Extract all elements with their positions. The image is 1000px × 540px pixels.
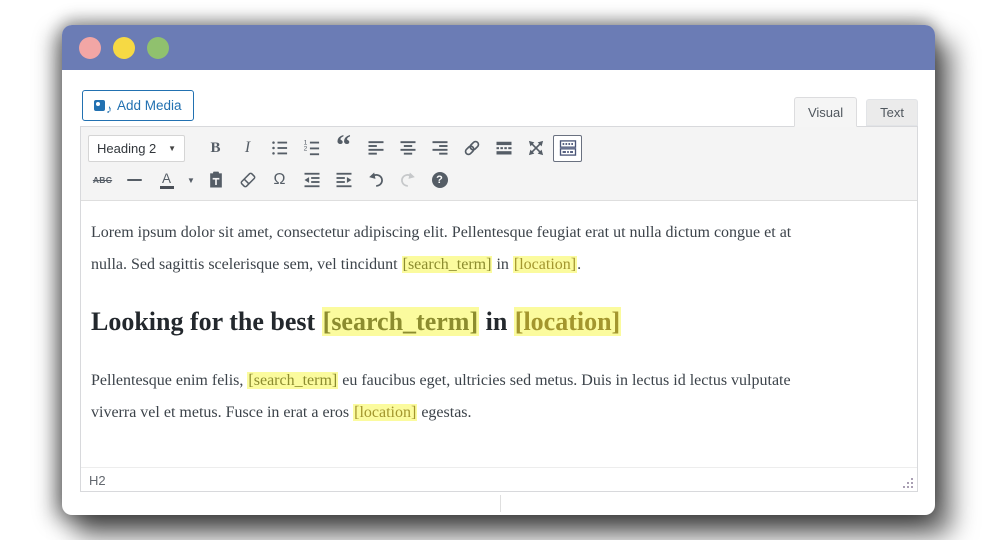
link-icon: [464, 140, 479, 156]
toolbar-row-2: ABC A ▼ Ω ?: [88, 164, 910, 196]
editor-content-area[interactable]: Lorem ipsum dolor sit amet, consectetur …: [81, 201, 917, 467]
special-character-button[interactable]: Ω: [265, 167, 294, 194]
toolbar-toggle-icon: [559, 140, 576, 156]
editor-page: ♪ Add Media Visual Text Heading 2 ▼ B I …: [62, 70, 935, 515]
read-more-icon: [496, 141, 511, 155]
minimize-button[interactable]: [113, 36, 135, 59]
shortcode-token: [search_term]: [401, 256, 493, 273]
text-color-dropdown[interactable]: ▼: [184, 176, 198, 185]
align-right-icon: [432, 141, 447, 155]
text-color-button[interactable]: A: [152, 167, 181, 194]
chevron-down-icon: ▼: [168, 143, 176, 153]
tinymce-editor: Heading 2 ▼ B I 1 2 “ ABC A ▼ Ω ? Lorem …: [80, 126, 918, 492]
close-button[interactable]: [79, 36, 101, 59]
indent-icon: [336, 172, 351, 188]
shortcode-token: [search_term]: [321, 307, 480, 336]
tab-text[interactable]: Text: [866, 99, 918, 126]
paragraph: Pellentesque enim felis, [search_term] e…: [91, 372, 791, 421]
shortcode-token: [search_term]: [247, 372, 339, 389]
blockquote-icon: “: [336, 129, 351, 162]
window-titlebar: [62, 25, 935, 70]
toolbar-toggle-button[interactable]: [553, 134, 582, 162]
tab-visual[interactable]: Visual: [793, 97, 858, 127]
resize-grip-icon[interactable]: [901, 477, 914, 490]
help-icon: ?: [431, 172, 448, 188]
outdent-button[interactable]: [297, 167, 326, 194]
eraser-icon: [240, 172, 255, 188]
horizontal-rule-icon: [127, 179, 142, 181]
bold-button[interactable]: B: [201, 135, 230, 162]
undo-icon: [368, 172, 383, 187]
align-center-icon: [400, 141, 415, 155]
bulleted-list-icon: [271, 141, 287, 155]
bold-icon: B: [210, 139, 221, 156]
strikethrough-button[interactable]: ABC: [88, 167, 117, 194]
paste-as-text-button[interactable]: [201, 167, 230, 194]
heading-select-value: Heading 2: [97, 140, 157, 156]
svg-text:2: 2: [303, 146, 307, 153]
paste-as-text-icon: [209, 171, 222, 188]
text-color-icon: A: [159, 171, 174, 189]
omega-icon: Ω: [273, 171, 286, 188]
help-button[interactable]: ?: [425, 167, 454, 194]
shortcode-token: [location]: [512, 256, 578, 273]
clear-formatting-button[interactable]: [233, 167, 262, 194]
link-button[interactable]: [457, 135, 486, 162]
editor-tools-row: ♪ Add Media Visual Text: [80, 70, 918, 127]
redo-icon: [400, 172, 415, 187]
toolbar-row-1: Heading 2 ▼ B I 1 2 “: [88, 129, 910, 164]
read-more-button[interactable]: [489, 135, 518, 162]
add-media-button[interactable]: ♪ Add Media: [82, 90, 194, 121]
editor-mode-tabs: Visual Text: [793, 97, 918, 127]
redo-button[interactable]: [393, 167, 422, 194]
background-divider-line: [500, 495, 501, 512]
outdent-icon: [304, 172, 319, 188]
align-left-icon: [368, 141, 383, 155]
element-path: H2: [89, 473, 106, 488]
shortcode-token: [location]: [513, 307, 622, 336]
add-media-label: Add Media: [117, 98, 182, 113]
align-center-button[interactable]: [393, 135, 422, 162]
paragraph: Lorem ipsum dolor sit amet, consectetur …: [91, 224, 792, 273]
align-left-button[interactable]: [361, 135, 390, 162]
content-heading: Looking for the best [search_term] in [l…: [91, 307, 622, 336]
horizontal-rule-button[interactable]: [120, 167, 149, 194]
italic-icon: I: [244, 139, 251, 156]
strikethrough-icon: ABC: [92, 175, 113, 185]
media-icon: ♪: [94, 98, 112, 116]
numbered-list-icon: 1 2: [303, 140, 319, 156]
fullscreen-icon: [528, 140, 543, 156]
heading-select[interactable]: Heading 2 ▼: [88, 134, 185, 162]
browser-window: ♪ Add Media Visual Text Heading 2 ▼ B I …: [62, 25, 935, 515]
bulleted-list-button[interactable]: [265, 135, 294, 162]
shortcode-token: [location]: [353, 404, 418, 421]
indent-button[interactable]: [329, 167, 358, 194]
undo-button[interactable]: [361, 167, 390, 194]
fullscreen-button[interactable]: [521, 135, 550, 162]
italic-button[interactable]: I: [233, 135, 262, 162]
blockquote-button[interactable]: “: [329, 129, 358, 162]
numbered-list-button[interactable]: 1 2: [297, 135, 326, 162]
zoom-button[interactable]: [147, 36, 169, 59]
align-right-button[interactable]: [425, 135, 454, 162]
editor-toolbar: Heading 2 ▼ B I 1 2 “ ABC A ▼ Ω ?: [81, 127, 917, 201]
editor-statusbar: H2: [81, 467, 917, 493]
